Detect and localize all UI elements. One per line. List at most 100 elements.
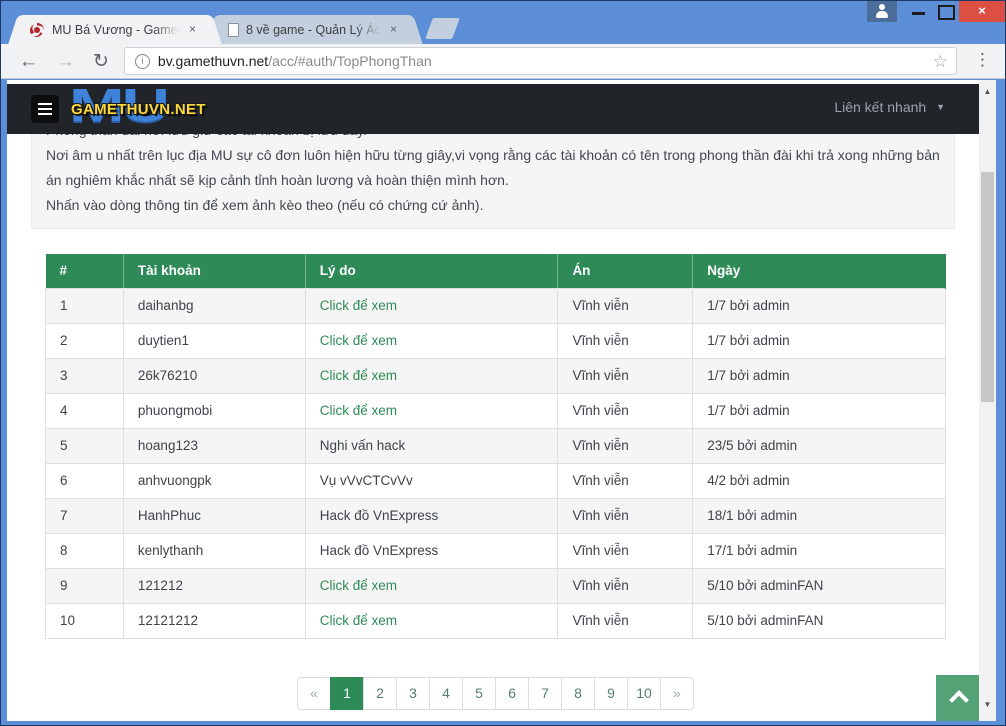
bookmark-star-icon[interactable]: ☆ <box>933 52 948 72</box>
cell-sentence: Vĩnh viễn <box>558 288 693 323</box>
cell-reason: Vụ vVvCTCvVv <box>305 463 558 498</box>
table-header-row: # Tài khoản Lý do Án Ngày <box>46 254 946 288</box>
close-button[interactable]: × <box>959 1 1005 22</box>
cell-no: 6 <box>46 463 124 498</box>
window-controls: × <box>867 1 1005 22</box>
cell-no: 1 <box>46 288 124 323</box>
maximize-button[interactable] <box>933 1 957 22</box>
url-path: /acc/#auth/TopPhongThan <box>268 53 431 69</box>
reason-link[interactable]: Click để xem <box>305 568 558 603</box>
cell-sentence: Vĩnh viễn <box>558 568 693 603</box>
reason-link[interactable]: Click để xem <box>305 323 558 358</box>
browser-window: MU Bá Vương - Gamethu × 8 về game - Quản… <box>0 0 1006 726</box>
intro-panel: Phong thần đài nơi lưu giữ các tài khoản… <box>31 130 955 229</box>
ban-list-table: # Tài khoản Lý do Án Ngày 1 daihanbg Cli… <box>45 254 946 639</box>
cell-no: 4 <box>46 393 124 428</box>
info-icon[interactable]: i <box>135 54 150 69</box>
table-row[interactable]: 9 121212 Click để xem Vĩnh viễn 5/10 bởi… <box>46 568 946 603</box>
page-8[interactable]: 8 <box>561 677 595 710</box>
page-1[interactable]: 1 <box>330 677 364 710</box>
site-header: MU GAMETHUVN.NET Liên kết nhanh ▼ <box>7 84 979 134</box>
cell-account: anhvuongpk <box>123 463 305 498</box>
new-tab-button[interactable] <box>425 18 460 39</box>
hamburger-menu-icon[interactable] <box>31 95 59 123</box>
reason-link[interactable]: Click để xem <box>305 393 558 428</box>
reason-link[interactable]: Click để xem <box>305 288 558 323</box>
pagination: « 1 2 3 4 5 6 7 8 9 10 » <box>45 677 946 710</box>
page-prev[interactable]: « <box>297 677 331 710</box>
tab-8-ve-game[interactable]: 8 về game - Quản Lý Ác × <box>217 15 411 44</box>
cell-sentence: Vĩnh viễn <box>558 358 693 393</box>
page-10[interactable]: 10 <box>627 677 661 710</box>
tab-close-icon[interactable]: × <box>386 22 401 37</box>
minimize-button[interactable] <box>907 1 931 22</box>
logo-domain-text: GAMETHUVN.NET <box>71 101 206 118</box>
page-2[interactable]: 2 <box>363 677 397 710</box>
cell-date: 4/2 bởi admin <box>693 463 946 498</box>
page-3[interactable]: 3 <box>396 677 430 710</box>
page-viewport: Phong thần đài nơi lưu giữ các tài khoản… <box>7 80 979 721</box>
table-row[interactable]: 8 kenlythanh Hack đồ VnExpress Vĩnh viễn… <box>46 533 946 568</box>
reason-link[interactable]: Click để xem <box>305 603 558 638</box>
cell-date: 1/7 bởi admin <box>693 323 946 358</box>
refresh-icon[interactable]: ↻ <box>84 52 118 71</box>
cell-date: 18/1 bởi admin <box>693 498 946 533</box>
cell-sentence: Vĩnh viễn <box>558 393 693 428</box>
mu-pinwheel-icon <box>29 22 45 38</box>
scrollbar-up-icon[interactable]: ▲ <box>979 83 996 100</box>
address-bar[interactable]: i bv.gamethuvn.net/acc/#auth/TopPhongTha… <box>124 47 957 75</box>
page-5[interactable]: 5 <box>462 677 496 710</box>
tab-mu-ba-vuong[interactable]: MU Bá Vương - Gamethu × <box>20 15 210 44</box>
scrollbar-thumb[interactable] <box>981 172 994 402</box>
cell-date: 23/5 bởi admin <box>693 428 946 463</box>
cell-no: 8 <box>46 533 124 568</box>
page-7[interactable]: 7 <box>528 677 562 710</box>
cell-account: duytien1 <box>123 323 305 358</box>
page-4[interactable]: 4 <box>429 677 463 710</box>
tab-close-icon[interactable]: × <box>185 22 200 37</box>
page-next[interactable]: » <box>660 677 694 710</box>
back-icon[interactable]: ← <box>10 52 47 71</box>
cell-no: 2 <box>46 323 124 358</box>
cell-no: 9 <box>46 568 124 603</box>
col-header-account: Tài khoản <box>123 254 305 288</box>
cell-no: 10 <box>46 603 124 638</box>
table-row[interactable]: 3 26k76210 Click để xem Vĩnh viễn 1/7 bở… <box>46 358 946 393</box>
forward-icon[interactable]: → <box>47 52 84 71</box>
quick-links-label: Liên kết nhanh <box>834 99 926 115</box>
scrollbar-down-icon[interactable]: ▼ <box>979 696 996 713</box>
chevron-up-icon <box>949 690 969 710</box>
table-row[interactable]: 10 12121212 Click để xem Vĩnh viễn 5/10 … <box>46 603 946 638</box>
table-row[interactable]: 6 anhvuongpk Vụ vVvCTCvVv Vĩnh viễn 4/2 … <box>46 463 946 498</box>
page-9[interactable]: 9 <box>594 677 628 710</box>
intro-paragraph: Nơi âm u nhất trên lục địa MU sự cô đơn … <box>46 143 940 193</box>
cell-date: 5/10 bởi adminFAN <box>693 603 946 638</box>
profile-icon[interactable] <box>867 1 897 22</box>
table-row[interactable]: 1 daihanbg Click để xem Vĩnh viễn 1/7 bở… <box>46 288 946 323</box>
cell-account: HanhPhuc <box>123 498 305 533</box>
cell-sentence: Vĩnh viễn <box>558 463 693 498</box>
table-row[interactable]: 7 HanhPhuc Hack đồ VnExpress Vĩnh viễn 1… <box>46 498 946 533</box>
reason-link[interactable]: Click để xem <box>305 358 558 393</box>
cell-date: 1/7 bởi admin <box>693 288 946 323</box>
col-header-date: Ngày <box>693 254 946 288</box>
table-row[interactable]: 2 duytien1 Click để xem Vĩnh viễn 1/7 bở… <box>46 323 946 358</box>
cell-account: 121212 <box>123 568 305 603</box>
quick-links-dropdown[interactable]: Liên kết nhanh ▼ <box>834 99 945 115</box>
col-header-sentence: Án <box>558 254 693 288</box>
cell-reason: Hack đồ VnExpress <box>305 533 558 568</box>
tab-title: 8 về game - Quản Lý Ác <box>246 23 381 37</box>
cell-account: 26k76210 <box>123 358 305 393</box>
cell-date: 5/10 bởi adminFAN <box>693 568 946 603</box>
tab-title: MU Bá Vương - Gamethu <box>52 23 180 37</box>
table-row[interactable]: 5 hoang123 Nghi vấn hack Vĩnh viễn 23/5 … <box>46 428 946 463</box>
browser-toolbar: ← → ↻ i bv.gamethuvn.net/acc/#auth/TopPh… <box>1 44 1005 79</box>
scroll-to-top-button[interactable] <box>936 675 979 721</box>
col-header-reason: Lý do <box>305 254 558 288</box>
site-logo[interactable]: MU GAMETHUVN.NET <box>69 84 229 134</box>
table-row[interactable]: 4 phuongmobi Click để xem Vĩnh viễn 1/7 … <box>46 393 946 428</box>
page-6[interactable]: 6 <box>495 677 529 710</box>
window-border <box>1 721 1006 726</box>
browser-menu-icon[interactable]: ⋮ <box>974 50 991 70</box>
cell-account: phuongmobi <box>123 393 305 428</box>
